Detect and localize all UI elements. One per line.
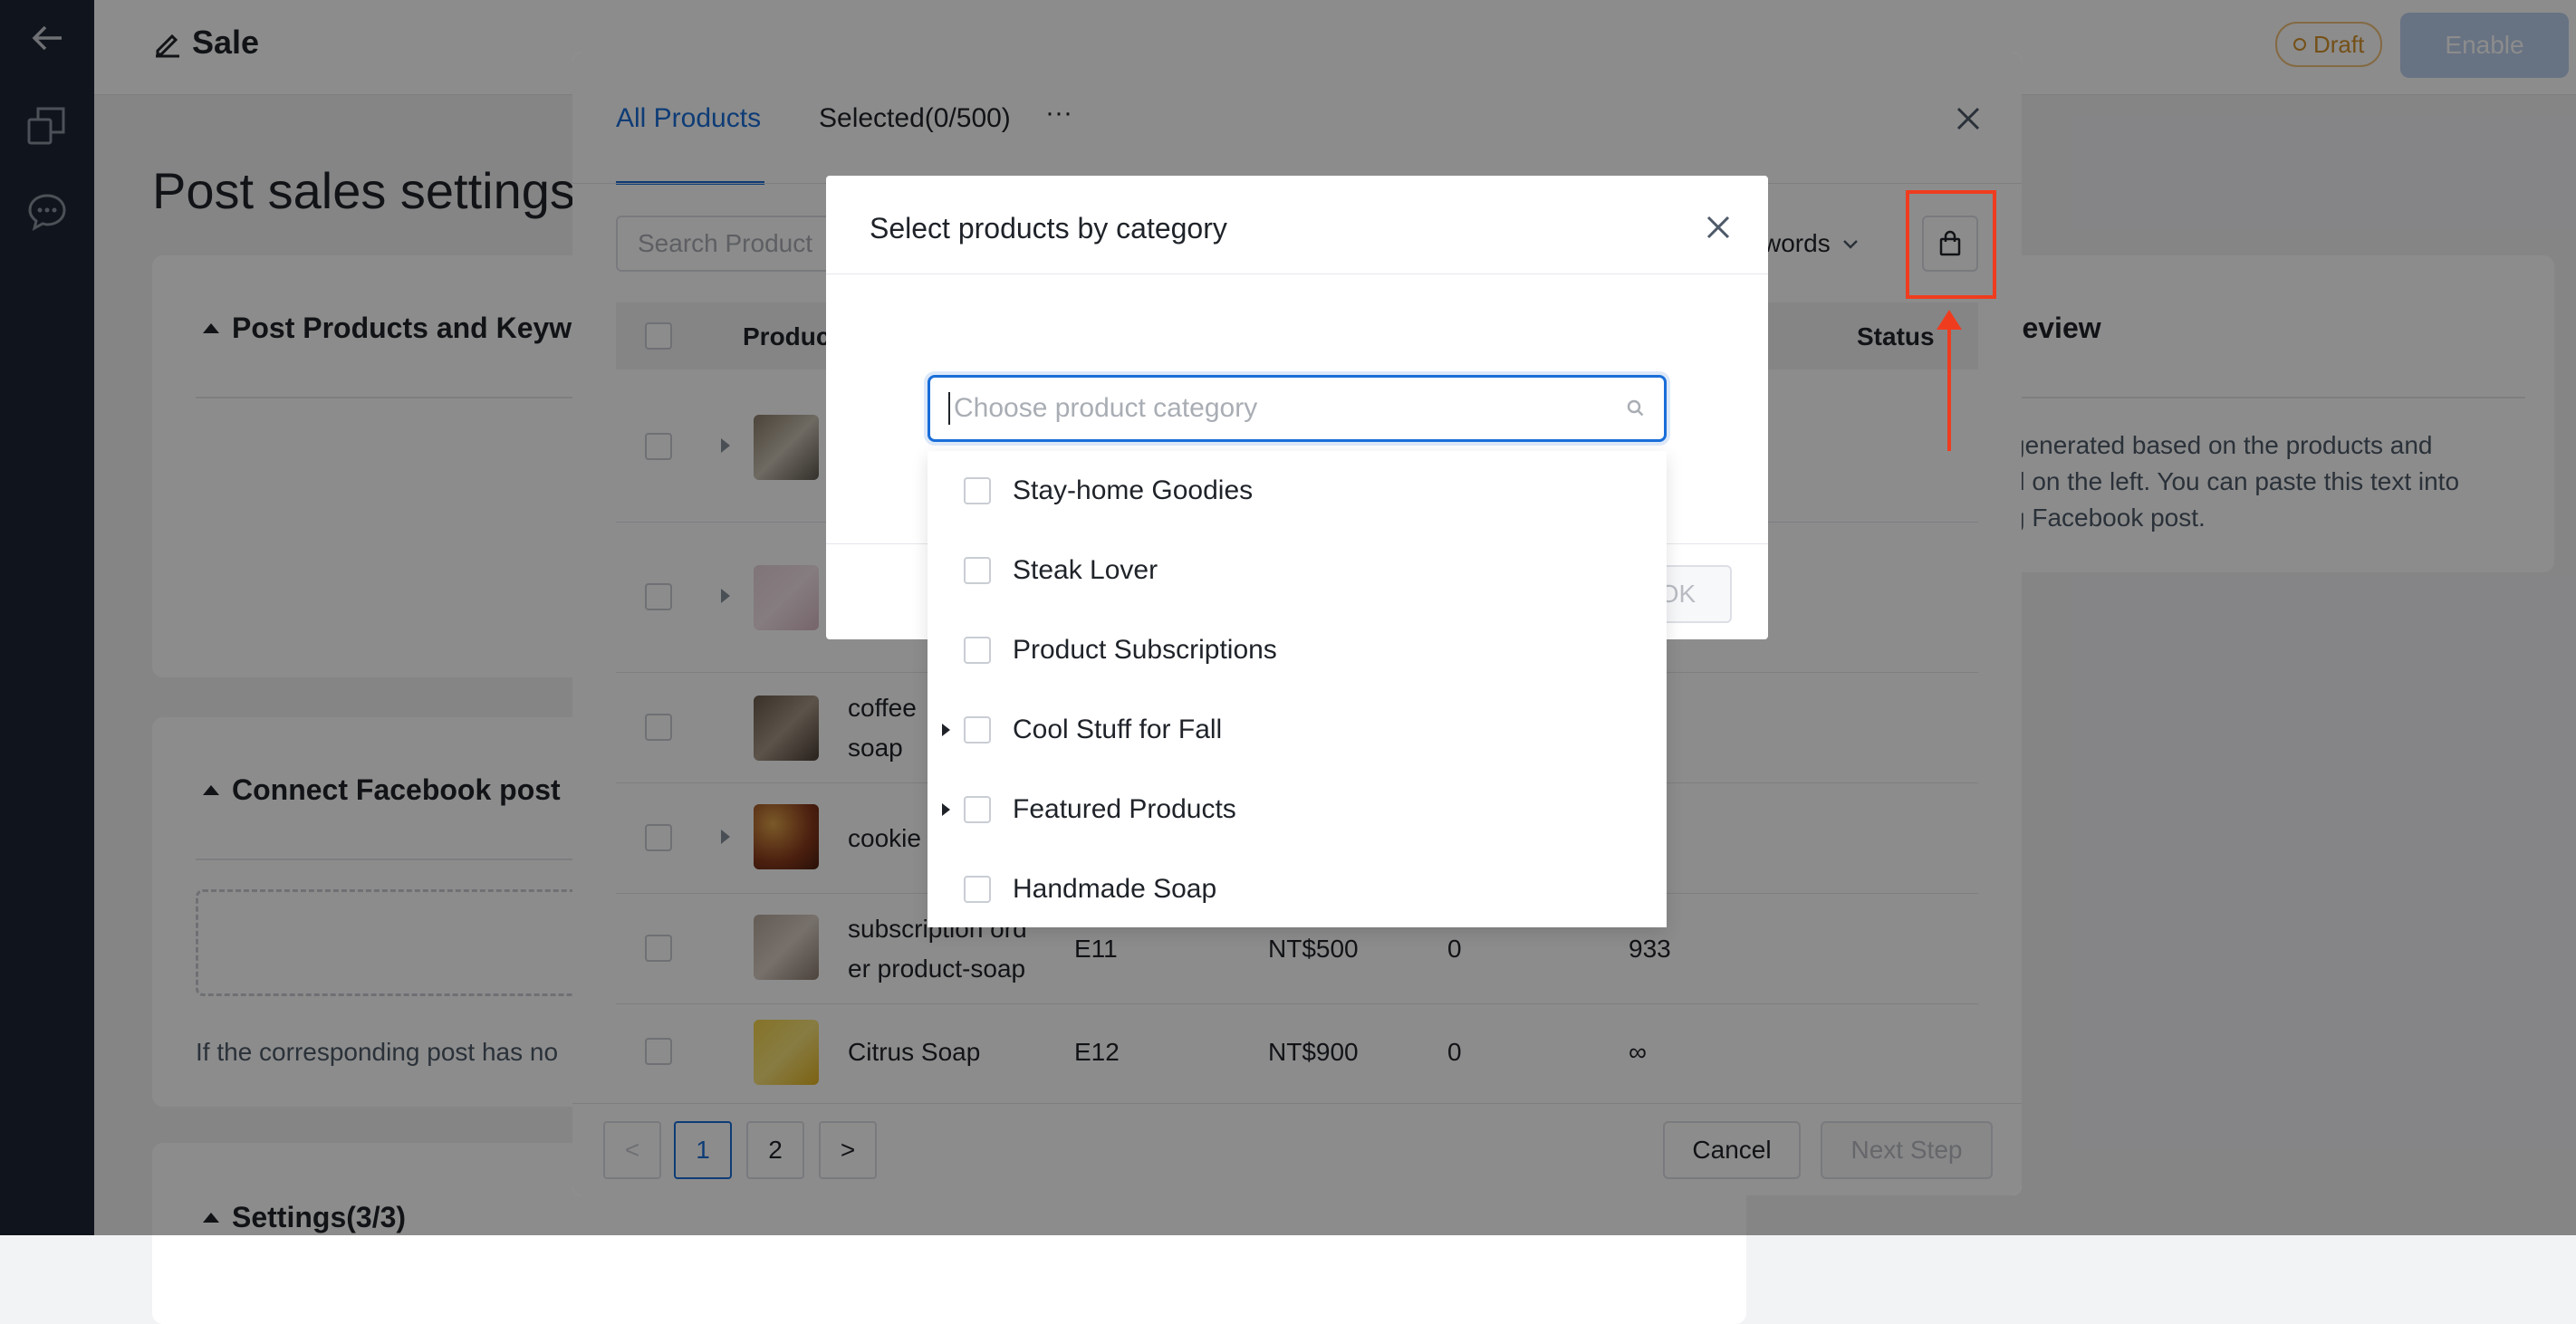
- divider: [826, 273, 1768, 274]
- category-option[interactable]: Product Subscriptions: [928, 610, 1667, 690]
- category-option[interactable]: Steak Lover: [928, 531, 1667, 610]
- category-option[interactable]: Cool Stuff for Fall: [928, 690, 1667, 770]
- category-option[interactable]: Handmade Soap: [928, 849, 1667, 929]
- category-label: Handmade Soap: [1013, 874, 1217, 904]
- category-label: Stay-home Goodies: [1013, 475, 1254, 505]
- expand-category-icon[interactable]: [941, 803, 950, 816]
- category-label: Cool Stuff for Fall: [1013, 715, 1223, 744]
- category-search-field[interactable]: [952, 392, 1626, 425]
- expand-category-icon[interactable]: [941, 724, 950, 736]
- annotation-highlight-box: [1906, 190, 1996, 299]
- category-label: Steak Lover: [1013, 555, 1158, 585]
- category-checkbox[interactable]: [964, 716, 991, 744]
- category-option[interactable]: Featured Products: [928, 770, 1667, 849]
- category-checkbox[interactable]: [964, 796, 991, 823]
- category-dropdown: Stay-home Goodies Steak Lover Product Su…: [928, 451, 1667, 927]
- category-option[interactable]: Stay-home Goodies: [928, 451, 1667, 531]
- search-icon: [1627, 399, 1644, 417]
- category-search-input[interactable]: [928, 375, 1667, 442]
- text-cursor: [948, 392, 950, 425]
- annotation-arrow-line: [1947, 319, 1951, 451]
- category-label: Product Subscriptions: [1013, 635, 1277, 665]
- category-checkbox[interactable]: [964, 477, 991, 504]
- category-checkbox[interactable]: [964, 637, 991, 664]
- dialog-title: Select products by category: [870, 212, 1227, 245]
- category-label: Featured Products: [1013, 794, 1236, 824]
- dialog-close-icon[interactable]: [1705, 214, 1732, 245]
- category-checkbox[interactable]: [964, 557, 991, 584]
- category-checkbox[interactable]: [964, 876, 991, 903]
